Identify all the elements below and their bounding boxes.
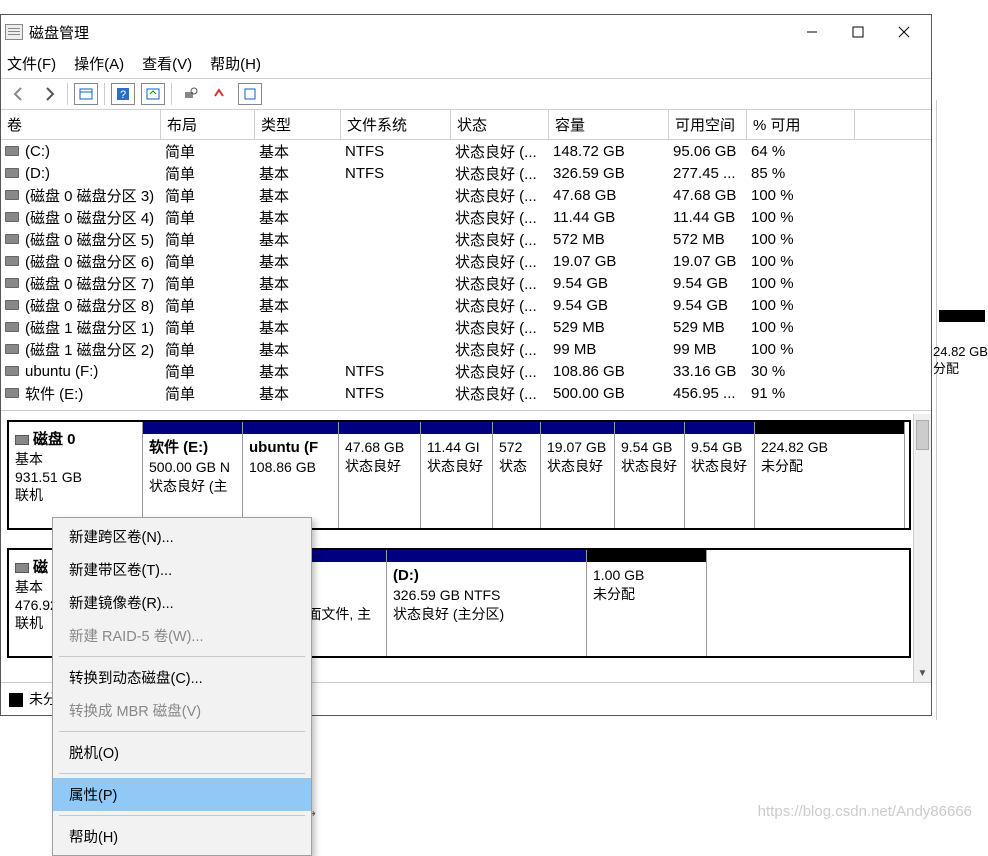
partition-block[interactable]: 19.07 GB状态良好 xyxy=(541,422,615,528)
app-icon xyxy=(5,24,23,40)
volume-icon xyxy=(5,234,19,244)
col-header-status[interactable]: 状态 xyxy=(451,110,549,139)
menu-file[interactable]: 文件(F) xyxy=(7,53,56,74)
tool-1[interactable] xyxy=(178,83,202,105)
partition-block[interactable]: 9.54 GB状态良好 xyxy=(685,422,755,528)
menu-item[interactable]: 属性(P) xyxy=(53,778,311,811)
volume-icon xyxy=(5,322,19,332)
menu-item[interactable]: 脱机(O) xyxy=(53,736,311,769)
disk-row-0[interactable]: 磁盘 0 基本 931.51 GB 联机 软件 (E:)500.00 GB N状… xyxy=(7,420,911,530)
partition-block[interactable]: 1.00 GB未分配 xyxy=(587,550,707,656)
help-button[interactable]: ? xyxy=(111,83,135,105)
partition-block[interactable]: (D:)326.59 GB NTFS状态良好 (主分区) xyxy=(387,550,587,656)
volume-list-header: 卷 布局 类型 文件系统 状态 容量 可用空间 % 可用 xyxy=(1,110,931,140)
volume-icon xyxy=(5,168,19,178)
disk-context-menu[interactable]: 新建跨区卷(N)...新建带区卷(T)...新建镜像卷(R)...新建 RAID… xyxy=(52,517,312,856)
menu-item[interactable]: 转换到动态磁盘(C)... xyxy=(53,661,311,694)
menu-item: 转换成 MBR 磁盘(V) xyxy=(53,694,311,727)
table-row[interactable]: (磁盘 0 磁盘分区 8)简单基本状态良好 (...9.54 GB9.54 GB… xyxy=(1,294,931,316)
menu-item[interactable]: 新建镜像卷(R)... xyxy=(53,586,311,619)
table-row[interactable]: (磁盘 0 磁盘分区 7)简单基本状态良好 (...9.54 GB9.54 GB… xyxy=(1,272,931,294)
menu-item[interactable]: 新建跨区卷(N)... xyxy=(53,520,311,553)
table-row[interactable]: (磁盘 0 磁盘分区 4)简单基本状态良好 (...11.44 GB11.44 … xyxy=(1,206,931,228)
table-row[interactable]: (C:)简单基本NTFS状态良好 (...148.72 GB95.06 GB64… xyxy=(1,140,931,162)
refresh-button[interactable] xyxy=(141,83,165,105)
table-row[interactable]: (磁盘 0 磁盘分区 5)简单基本状态良好 (...572 MB572 MB10… xyxy=(1,228,931,250)
tool-2[interactable] xyxy=(208,83,232,105)
col-header-volume[interactable]: 卷 xyxy=(1,110,161,139)
disk-label-0[interactable]: 磁盘 0 基本 931.51 GB 联机 xyxy=(9,422,143,528)
legend-swatch-unallocated xyxy=(9,693,23,707)
volume-icon xyxy=(5,366,19,376)
volume-icon xyxy=(5,388,19,398)
vertical-scrollbar[interactable]: ▲ ▼ xyxy=(913,414,931,682)
col-header-fs[interactable]: 文件系统 xyxy=(341,110,451,139)
col-header-layout[interactable]: 布局 xyxy=(161,110,255,139)
titlebar[interactable]: 磁盘管理 xyxy=(1,15,931,49)
disk-icon xyxy=(15,563,29,573)
disk-icon xyxy=(15,435,29,445)
partition-block[interactable]: 11.44 GI状态良好 xyxy=(421,422,493,528)
menu-view[interactable]: 查看(V) xyxy=(142,53,192,74)
view-button[interactable] xyxy=(74,83,98,105)
partition-block[interactable]: 47.68 GB状态良好 xyxy=(339,422,421,528)
table-row[interactable]: (磁盘 1 磁盘分区 2)简单基本状态良好 (...99 MB99 MB100 … xyxy=(1,338,931,360)
volume-icon xyxy=(5,344,19,354)
menu-help[interactable]: 帮助(H) xyxy=(210,53,261,74)
volume-icon xyxy=(5,190,19,200)
table-row[interactable]: 软件 (E:)简单基本NTFS状态良好 (...500.00 GB456.95 … xyxy=(1,382,931,404)
col-header-capacity[interactable]: 容量 xyxy=(549,110,669,139)
toolbar: ? xyxy=(1,78,931,110)
volume-icon xyxy=(5,300,19,310)
scroll-down-icon[interactable]: ▼ xyxy=(914,664,931,682)
maximize-button[interactable] xyxy=(835,17,881,47)
volume-icon xyxy=(5,146,19,156)
col-header-pct[interactable]: % 可用 xyxy=(747,110,855,139)
volume-list[interactable]: (C:)简单基本NTFS状态良好 (...148.72 GB95.06 GB64… xyxy=(1,140,931,404)
menu-action[interactable]: 操作(A) xyxy=(74,53,124,74)
partition-block[interactable]: 软件 (E:)500.00 GB N状态良好 (主 xyxy=(143,422,243,528)
forward-button[interactable] xyxy=(37,83,61,105)
menu-item: 新建 RAID-5 卷(W)... xyxy=(53,619,311,652)
menu-item[interactable]: 帮助(H) xyxy=(53,820,311,853)
table-row[interactable]: (磁盘 1 磁盘分区 1)简单基本状态良好 (...529 MB529 MB10… xyxy=(1,316,931,338)
partition-block[interactable]: 9.54 GB状态良好 xyxy=(615,422,685,528)
close-button[interactable] xyxy=(881,17,927,47)
partition-block[interactable]: 572状态 xyxy=(493,422,541,528)
table-row[interactable]: (D:)简单基本NTFS状态良好 (...326.59 GB277.45 ...… xyxy=(1,162,931,184)
table-row[interactable]: ubuntu (F:)简单基本NTFS状态良好 (...108.86 GB33.… xyxy=(1,360,931,382)
background-window-edge: 24.82 GB 分配 xyxy=(936,100,988,720)
scroll-thumb[interactable] xyxy=(916,420,929,450)
table-row[interactable]: (磁盘 0 磁盘分区 6)简单基本状态良好 (...19.07 GB19.07 … xyxy=(1,250,931,272)
watermark: https://blog.csdn.net/Andy86666 xyxy=(758,803,972,820)
svg-text:?: ? xyxy=(120,89,126,101)
partition-block[interactable]: ubuntu (F108.86 GB xyxy=(243,422,339,528)
back-button[interactable] xyxy=(7,83,31,105)
col-header-type[interactable]: 类型 xyxy=(255,110,341,139)
window-title: 磁盘管理 xyxy=(29,22,789,43)
menu-item[interactable]: 新建带区卷(T)... xyxy=(53,553,311,586)
table-row[interactable]: (磁盘 0 磁盘分区 3)简单基本状态良好 (...47.68 GB47.68 … xyxy=(1,184,931,206)
menubar: 文件(F) 操作(A) 查看(V) 帮助(H) xyxy=(1,49,931,78)
volume-icon xyxy=(5,256,19,266)
tool-3[interactable] xyxy=(238,83,262,105)
partition-block[interactable]: 224.82 GB未分配 xyxy=(755,422,905,528)
volume-icon xyxy=(5,212,19,222)
col-header-free[interactable]: 可用空间 xyxy=(669,110,747,139)
minimize-button[interactable] xyxy=(789,17,835,47)
volume-icon xyxy=(5,278,19,288)
